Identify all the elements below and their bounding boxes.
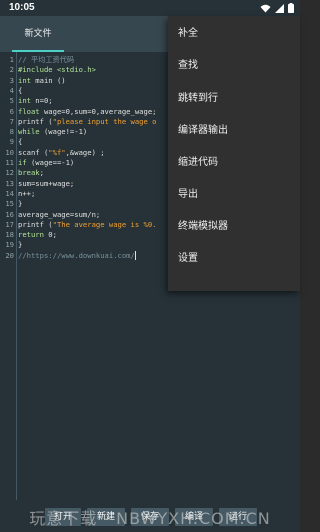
line-number: 16: [5, 209, 14, 219]
code-text: int main (): [18, 76, 66, 86]
overflow-menu: 补全 查找 跳转到行 编译器输出 缩进代码 导出 终端模拟器 设置: [168, 16, 300, 291]
code-text: float wage=0,sum=0,average_wage;: [18, 107, 156, 117]
code-token: }: [18, 199, 23, 209]
code-token: 0;: [43, 230, 57, 240]
code-token: if: [18, 158, 27, 167]
code-text: sum=sum+wage;: [18, 179, 74, 189]
code-text: printf ("please input the wage o: [18, 117, 156, 127]
line-number: 10: [5, 147, 14, 157]
open-button[interactable]: 打开: [45, 508, 81, 526]
code-token: while: [18, 127, 40, 137]
status-bar: 10:05: [0, 0, 300, 16]
status-icons: [260, 3, 294, 16]
code-token: return: [18, 230, 44, 240]
code-token: int: [18, 75, 31, 85]
menu-item-compiler-output[interactable]: 编译器输出: [168, 115, 300, 147]
text-cursor: [134, 251, 136, 261]
menu-item-find[interactable]: 查找: [168, 50, 300, 82]
code-token: ;: [39, 168, 44, 178]
code-token: "please input the wage o: [52, 116, 157, 126]
code-text: printf ("The average wage is %0.: [18, 220, 156, 230]
code-token: (wage==-1): [26, 158, 75, 167]
code-token: {: [18, 137, 23, 147]
code-text: // 平均工资代码: [18, 55, 74, 65]
code-text: #include <stdio.h>: [18, 65, 96, 75]
line-number: 9: [9, 137, 14, 147]
code-token: scanf (: [18, 147, 49, 157]
line-number: 11: [5, 158, 14, 167]
code-text: return 0;: [18, 230, 57, 240]
code-text: //https://www.downkuai.com/: [18, 251, 136, 261]
new-button[interactable]: 新建: [87, 508, 125, 526]
code-text: break;: [18, 168, 44, 178]
code-token: int: [18, 96, 31, 106]
code-text: {: [18, 137, 22, 147]
code-text: if (wage==-1): [18, 158, 74, 168]
line-number: 6: [9, 106, 14, 116]
code-token: n++;: [18, 188, 36, 198]
run-button[interactable]: 运行: [219, 508, 257, 526]
code-token: ,&wage) ;: [65, 147, 105, 157]
line-number: 17: [5, 219, 14, 229]
code-text: int n=0;: [18, 96, 53, 106]
code-token: //https://www.downkuai.com/: [18, 250, 135, 260]
code-text: scanf ("%f",&wage) ;: [18, 148, 105, 158]
code-token: main (): [30, 75, 66, 85]
wifi-icon: [260, 4, 271, 16]
code-text: {: [18, 86, 22, 96]
bottom-toolbar: 打开 新建 保存 编译 运行: [0, 500, 300, 532]
code-text: average_wage=sum/n;: [18, 210, 100, 220]
line-number: 20: [5, 250, 14, 260]
signal-icon: [275, 3, 284, 16]
code-token: (wage!=-1): [39, 127, 88, 137]
line-number: 19: [5, 240, 14, 250]
line-number: 4: [9, 85, 14, 95]
line-number: 15: [5, 199, 14, 209]
menu-item-settings[interactable]: 设置: [168, 243, 300, 275]
line-number: 8: [9, 127, 14, 137]
battery-icon: [288, 3, 294, 16]
line-number: 14: [5, 188, 14, 198]
compile-button[interactable]: 编译: [175, 508, 213, 526]
line-number: 1: [9, 55, 14, 64]
code-token: #include <stdio.h>: [18, 65, 96, 75]
code-token: break: [18, 168, 40, 178]
code-token: {: [18, 85, 23, 95]
line-number: 7: [9, 116, 14, 126]
menu-item-indent-code[interactable]: 缩进代码: [168, 147, 300, 179]
status-time: 10:05: [9, 2, 35, 13]
code-text: }: [18, 240, 22, 250]
line-number: 12: [5, 168, 14, 178]
code-token: wage=0,sum=0,average_wage;: [39, 106, 157, 116]
save-button[interactable]: 保存: [131, 508, 169, 526]
line-number: 2: [9, 65, 14, 75]
line-number: 18: [5, 230, 14, 240]
code-text: while (wage!=-1): [18, 127, 87, 137]
menu-item-complete[interactable]: 补全: [168, 18, 300, 50]
tab-new-file[interactable]: 新文件: [12, 16, 64, 52]
line-number: 5: [9, 96, 14, 106]
menu-item-export[interactable]: 导出: [168, 179, 300, 211]
code-token: float: [18, 106, 40, 116]
code-text: }: [18, 199, 22, 209]
code-token: printf (: [18, 116, 53, 126]
code-token: }: [18, 240, 23, 250]
code-text: n++;: [18, 189, 35, 199]
code-token: average_wage=sum/n;: [18, 209, 101, 219]
menu-item-terminal-emulator[interactable]: 终端模拟器: [168, 211, 300, 243]
code-token: "%f": [48, 147, 66, 157]
line-number: 13: [5, 178, 14, 188]
code-token: n=0;: [30, 96, 53, 106]
code-token: // 平均工资代码: [18, 55, 75, 64]
line-number: 3: [9, 75, 14, 85]
code-token: "The average wage is %0.: [52, 219, 157, 229]
code-token: sum=sum+wage;: [18, 178, 75, 188]
code-token: printf (: [18, 219, 53, 229]
menu-item-goto-line[interactable]: 跳转到行: [168, 83, 300, 115]
